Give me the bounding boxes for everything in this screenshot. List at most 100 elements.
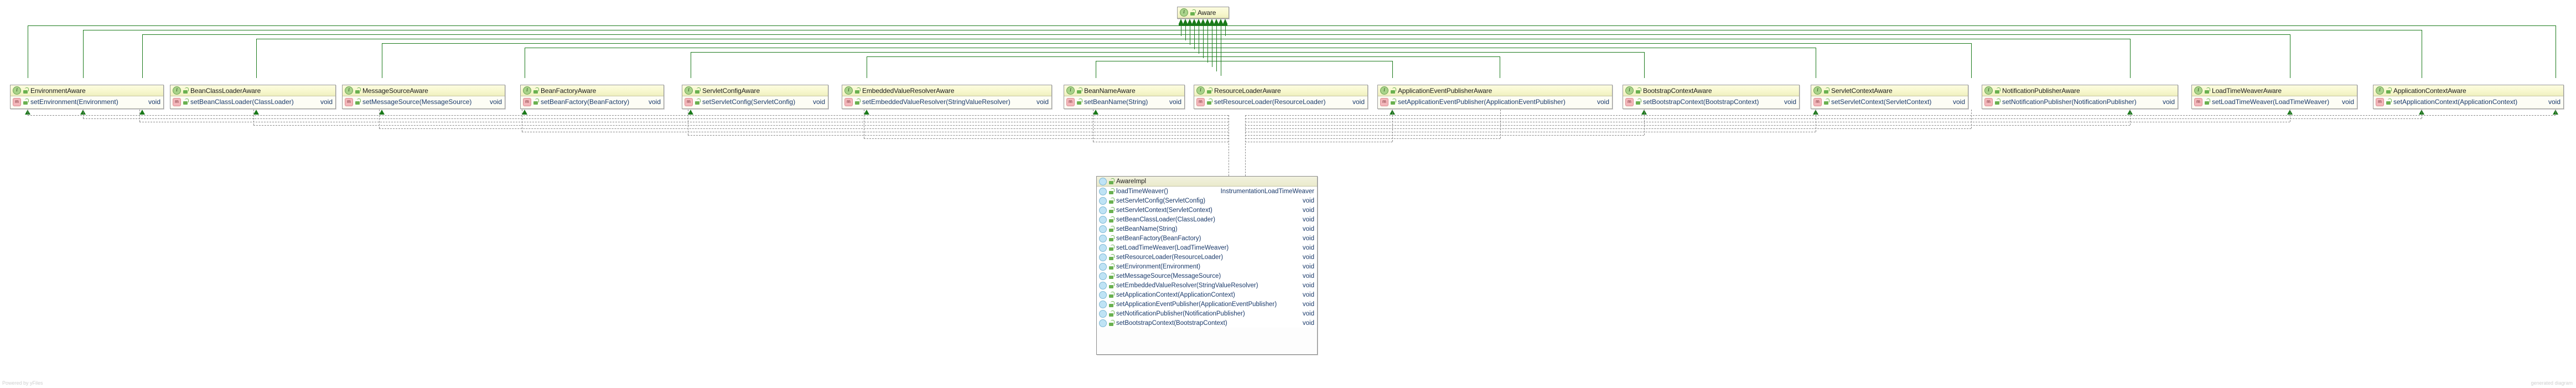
lock-icon xyxy=(23,87,29,94)
lock-icon xyxy=(1206,99,1212,105)
realization-bus xyxy=(1245,115,2556,116)
method-signature: setBeanName(String) xyxy=(1116,225,1178,232)
lock-icon xyxy=(183,99,189,105)
lock-icon xyxy=(1823,87,1829,94)
class-header: I LoadTimeWeaverAware xyxy=(2192,85,2357,96)
method-signature: setApplicationContext(ApplicationContext… xyxy=(1116,291,1235,298)
connector-bus xyxy=(142,34,1190,35)
method-icon: m xyxy=(13,97,21,106)
class-box-beanfactoryaware[interactable]: I BeanFactoryAware m setBeanFactory(Bean… xyxy=(520,85,664,109)
class-header: I ResourceLoaderAware xyxy=(1194,85,1367,96)
arrowhead xyxy=(1223,19,1227,24)
method-row: m setApplicationContext(ApplicationConte… xyxy=(2373,96,2563,107)
method-icon xyxy=(1099,244,1107,252)
class-name-label: MessageSourceAware xyxy=(362,86,428,95)
interface-icon: I xyxy=(523,86,531,95)
method-signature: setLoadTimeWeaver(LoadTimeWeaver) xyxy=(1116,244,1229,251)
method-row: m setResourceLoader(ResourceLoader) void xyxy=(1194,96,1367,107)
interface-icon: I xyxy=(1625,86,1634,95)
connector-drop xyxy=(1207,26,1208,63)
method-return-type: void xyxy=(1302,206,1314,214)
realization-bus xyxy=(1245,125,2130,126)
interface-icon: I xyxy=(13,86,21,95)
class-box-resourceloaderaware[interactable]: I ResourceLoaderAware m setResourceLoade… xyxy=(1194,85,1368,109)
arrowhead xyxy=(1183,19,1188,24)
inheritance-arrowhead xyxy=(139,110,145,115)
class-header-aware: I Aware xyxy=(1178,7,1229,18)
class-name-label: ApplicationContextAware xyxy=(2393,86,2466,95)
method-signature: setNotificationPublisher(NotificationPub… xyxy=(2002,98,2137,106)
method-icon xyxy=(1099,319,1107,327)
inheritance-arrowhead xyxy=(253,110,259,115)
class-box-applicationcontextaware[interactable]: I ApplicationContextAware m setApplicati… xyxy=(2373,85,2564,109)
lock-icon xyxy=(355,87,361,94)
class-box-embeddedvalueresolveraware[interactable]: I EmbeddedValueResolverAware m setEmbedd… xyxy=(842,85,1052,109)
arrowhead xyxy=(1196,19,1201,24)
realization-trunk xyxy=(1245,115,1246,176)
interface-icon: I xyxy=(1196,86,1205,95)
class-box-servletconfigaware[interactable]: I ServletConfigAware m setServletConfig(… xyxy=(682,85,828,109)
class-box-bootstrapcontextaware[interactable]: I BootstrapContextAware m setBootstrapCo… xyxy=(1623,85,1800,109)
lock-icon xyxy=(1108,235,1115,242)
class-icon xyxy=(1099,177,1107,185)
class-header: I BootstrapContextAware xyxy=(1623,85,1799,96)
method-row: m setBeanName(String) void xyxy=(1064,96,1184,107)
lock-icon xyxy=(533,99,539,105)
arrowhead xyxy=(1214,19,1219,24)
watermark-right: generated diagram xyxy=(2531,380,2573,386)
interface-icon: I xyxy=(1813,86,1822,95)
class-box-applicationeventpublisheraware[interactable]: I ApplicationEventPublisherAware m setAp… xyxy=(1377,85,1613,109)
method-signature: setServletConfig(ServletConfig) xyxy=(1116,197,1206,204)
class-box-servletcontextaware[interactable]: I ServletContextAware m setServletContex… xyxy=(1811,85,1968,109)
class-box-loadtimeweaveraware[interactable]: I LoadTimeWeaverAware m setLoadTimeWeave… xyxy=(2191,85,2357,109)
connector-drop xyxy=(1216,26,1217,71)
lock-icon xyxy=(1108,244,1115,251)
lock-icon xyxy=(1108,197,1115,204)
method-return-type: InstrumentationLoadTimeWeaver xyxy=(1220,188,1314,195)
watermark-left: Powered by yFiles xyxy=(2,380,43,386)
class-box-aware[interactable]: I Aware xyxy=(1177,7,1229,19)
interface-icon: I xyxy=(2194,86,2202,95)
method-row: setApplicationEventPublisher(Application… xyxy=(1097,299,1317,309)
method-return-type: void xyxy=(1302,235,1314,242)
method-signature: setMessageSource(MessageSource) xyxy=(362,98,472,106)
class-box-environmentaware[interactable]: I EnvironmentAware m setEnvironment(Envi… xyxy=(10,85,164,109)
realization-leg xyxy=(139,110,140,122)
method-return-type: void xyxy=(1302,319,1314,327)
realization-bus xyxy=(253,125,1229,126)
method-signature: setBeanName(String) xyxy=(1084,98,1148,106)
arrowhead xyxy=(1205,19,1210,24)
method-row: setEnvironment(Environment) void xyxy=(1097,262,1317,271)
lock-icon xyxy=(1108,282,1115,289)
method-return-type: void xyxy=(1302,244,1314,251)
method-return-type: void xyxy=(1597,98,1609,106)
lock-icon xyxy=(183,87,189,94)
lock-icon xyxy=(1108,254,1115,261)
interface-icon: I xyxy=(345,86,353,95)
class-box-beannameaware[interactable]: I BeanNameAware m setBeanName(String) vo… xyxy=(1064,85,1185,109)
realization-bus xyxy=(1245,118,2422,119)
method-row: setLoadTimeWeaver(LoadTimeWeaver) void xyxy=(1097,243,1317,252)
lock-icon xyxy=(1390,99,1396,105)
class-box-awareimpl[interactable]: AwareImpl loadTimeWeaver() Instrumentati… xyxy=(1096,176,1318,355)
inheritance-arrowhead xyxy=(864,110,869,115)
lock-icon xyxy=(1108,206,1115,214)
method-icon: m xyxy=(1625,97,1634,106)
method-signature: loadTimeWeaver() xyxy=(1116,188,1168,195)
method-icon xyxy=(1099,291,1107,299)
method-row: setResourceLoader(ResourceLoader) void xyxy=(1097,252,1317,262)
class-box-beanclassloaderaware[interactable]: I BeanClassLoaderAware m setBeanClassLoa… xyxy=(170,85,336,109)
inheritance-arrowhead xyxy=(522,110,527,115)
method-row: setServletConfig(ServletConfig) void xyxy=(1097,196,1317,205)
class-box-messagesourceaware[interactable]: I MessageSourceAware m setMessageSource(… xyxy=(342,85,505,109)
method-row: m setApplicationEventPublisher(Applicati… xyxy=(1378,96,1612,107)
method-icon xyxy=(1099,206,1107,214)
class-box-notificationpublisheraware[interactable]: I NotificationPublisherAware m setNotifi… xyxy=(1982,85,2178,109)
connector-leg xyxy=(256,39,257,78)
realization-leg xyxy=(1392,110,1393,142)
method-icon xyxy=(1099,262,1107,271)
method-row: m setLoadTimeWeaver(LoadTimeWeaver) void xyxy=(2192,96,2357,107)
method-icon: m xyxy=(1380,97,1388,106)
method-signature: setResourceLoader(ResourceLoader) xyxy=(1214,98,1326,106)
method-return-type: void xyxy=(2341,98,2354,106)
